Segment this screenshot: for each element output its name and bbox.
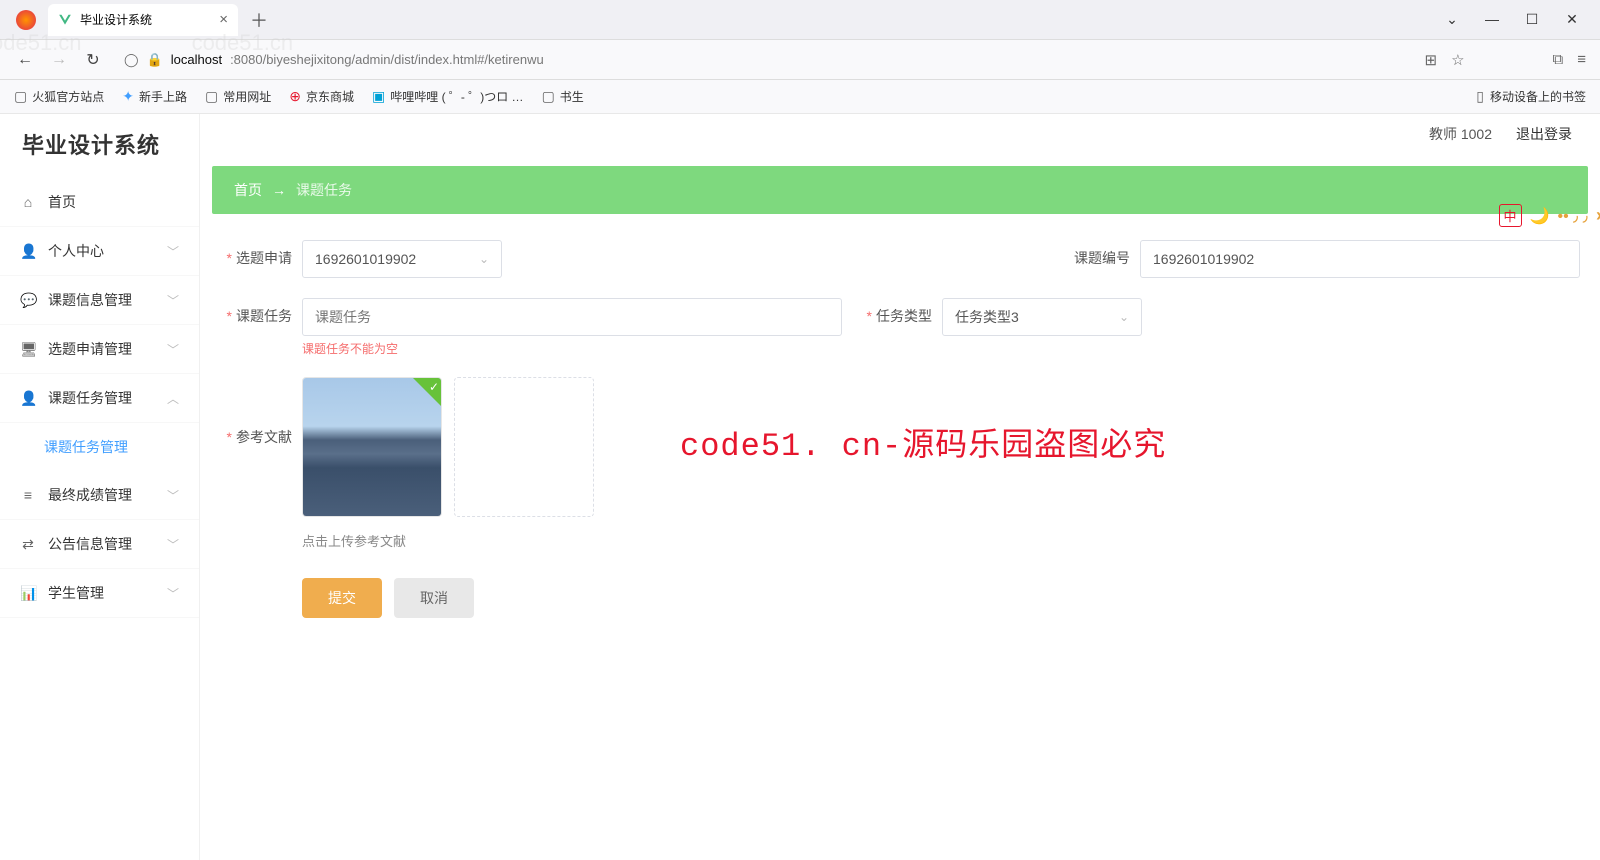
- extensions-icon[interactable]: ⧉: [1553, 51, 1564, 68]
- topic-id-label: 课题编号: [1050, 240, 1130, 268]
- chart-icon: 📊: [20, 585, 36, 602]
- list-icon: ≡: [20, 487, 36, 503]
- logout-button[interactable]: 退出登录: [1516, 124, 1572, 144]
- sidebar: 毕业设计系统 ⌂首页 👤个人中心﹀ 💬课题信息管理﹀ 🖥选题申请管理﹀ 👤课题任…: [0, 114, 200, 860]
- menu-apply[interactable]: 🖥选题申请管理﹀: [0, 325, 199, 374]
- reload-button[interactable]: ↻: [82, 50, 104, 70]
- main-content: 教师 1002 退出登录 首页 → 课题任务 中 🌙 •• ٫ ٫ › 选题申请…: [200, 114, 1600, 860]
- apply-select[interactable]: 1692601019902 ⌄: [302, 240, 502, 278]
- firefox-logo-icon: [16, 10, 36, 30]
- browser-url-bar: ← → ↻ ◯ 🔒 localhost :8080/biyeshejixitong…: [0, 40, 1600, 80]
- close-icon[interactable]: ✕: [1560, 11, 1584, 28]
- tab-close-icon[interactable]: ×: [219, 11, 228, 28]
- forward-button[interactable]: →: [48, 51, 70, 69]
- expand-arrow-icon[interactable]: ›: [1596, 205, 1600, 226]
- chevron-down-icon[interactable]: ⌄: [1440, 11, 1464, 28]
- vue-icon: [58, 13, 72, 27]
- browser-tab-bar: 毕业设计系统 × ＋ ⌄ — ☐ ✕: [0, 0, 1600, 40]
- float-toolbar: 中 🌙 •• ٫ ٫ ›: [1499, 204, 1600, 227]
- menu-topic-info[interactable]: 💬课题信息管理﹀: [0, 276, 199, 325]
- submit-button[interactable]: 提交: [302, 578, 382, 618]
- bookmark-firefox[interactable]: ▢火狐官方站点: [14, 88, 104, 105]
- url-host: localhost: [171, 52, 222, 67]
- bookmark-bilibili[interactable]: ▣哔哩哔哩 ( ゜- ゜)つロ …: [372, 88, 524, 105]
- task-type-select[interactable]: 任务类型3 ⌄: [942, 298, 1142, 336]
- menu-grade[interactable]: ≡最终成绩管理﹀: [0, 471, 199, 520]
- new-tab-button[interactable]: ＋: [250, 7, 268, 33]
- chevron-down-icon: ⌄: [479, 252, 489, 266]
- bookmark-shusheng[interactable]: ▢书生: [542, 88, 584, 105]
- breadcrumb-arrow: →: [272, 182, 286, 198]
- check-icon: [413, 378, 441, 406]
- menu-task[interactable]: 👤课题任务管理︿: [0, 374, 199, 423]
- user-icon: 👤: [20, 243, 36, 260]
- user-icon: 👤: [20, 390, 36, 407]
- chat-icon: 💬: [20, 292, 36, 309]
- lang-badge[interactable]: 中: [1499, 204, 1522, 227]
- qr-icon[interactable]: ⊞: [1424, 51, 1437, 69]
- breadcrumb-home[interactable]: 首页: [234, 180, 262, 200]
- menu-home[interactable]: ⌂首页: [0, 178, 199, 227]
- chevron-down-icon: ⌄: [1119, 310, 1129, 324]
- chevron-down-icon: ﹀: [167, 536, 179, 553]
- window-controls: ⌄ — ☐ ✕: [1440, 11, 1592, 28]
- chevron-up-icon: ︿: [167, 390, 179, 407]
- bookmark-mobile[interactable]: ▯移动设备上的书签: [1476, 88, 1586, 105]
- task-label: 课题任务: [212, 298, 292, 326]
- cancel-button[interactable]: 取消: [394, 578, 474, 618]
- bookmark-jd[interactable]: ⊕京东商城: [289, 88, 354, 105]
- topic-id-input[interactable]: [1140, 240, 1580, 278]
- apply-label: 选题申请: [212, 240, 292, 268]
- maximize-icon[interactable]: ☐: [1520, 11, 1544, 28]
- chevron-down-icon: ﹀: [167, 341, 179, 358]
- dots-icon[interactable]: •• ٫ ٫: [1557, 206, 1588, 226]
- app-title: 毕业设计系统: [0, 114, 199, 178]
- lock-icon: 🔒: [147, 52, 163, 68]
- menu-student[interactable]: 📊学生管理﹀: [0, 569, 199, 618]
- chevron-down-icon: ﹀: [167, 292, 179, 309]
- chevron-down-icon: ﹀: [167, 243, 179, 260]
- bookmark-newbie[interactable]: ✦新手上路: [122, 88, 187, 105]
- shield-icon: ◯: [124, 52, 139, 68]
- app-header: 教师 1002 退出登录: [200, 114, 1600, 154]
- breadcrumb: 首页 → 课题任务: [212, 166, 1588, 214]
- filter-icon: ⇄: [20, 536, 36, 553]
- minimize-icon[interactable]: —: [1480, 11, 1504, 28]
- app-menu-icon[interactable]: ≡: [1577, 51, 1586, 68]
- url-field[interactable]: ◯ 🔒 localhost :8080/biyeshejixitong/admin…: [116, 48, 552, 72]
- ref-label: 参考文献: [212, 377, 292, 447]
- task-form: 选题申请 1692601019902 ⌄ 课题编号 课题任务 课题任务不能为空 …: [200, 226, 1600, 648]
- bookmark-common[interactable]: ▢常用网址: [205, 88, 271, 105]
- bookmark-star-icon[interactable]: ☆: [1451, 51, 1464, 69]
- url-path: :8080/biyeshejixitong/admin/dist/index.h…: [230, 52, 544, 67]
- task-input[interactable]: [302, 298, 842, 336]
- menu-personal[interactable]: 👤个人中心﹀: [0, 227, 199, 276]
- uploaded-thumbnail[interactable]: [302, 377, 442, 517]
- home-icon: ⌂: [20, 194, 36, 210]
- breadcrumb-current: 课题任务: [296, 180, 352, 200]
- upload-add-button[interactable]: [454, 377, 594, 517]
- monitor-icon: 🖥: [20, 341, 36, 358]
- chevron-down-icon: ﹀: [167, 487, 179, 504]
- task-error: 课题任务不能为空: [302, 340, 842, 357]
- user-info: 教师 1002: [1429, 124, 1492, 144]
- tab-title: 毕业设计系统: [80, 11, 152, 28]
- upload-tip: 点击上传参考文献: [302, 531, 594, 550]
- submenu-task-manage[interactable]: 课题任务管理: [0, 423, 199, 471]
- back-button[interactable]: ←: [14, 51, 36, 69]
- bookmark-bar: ▢火狐官方站点 ✦新手上路 ▢常用网址 ⊕京东商城 ▣哔哩哔哩 ( ゜- ゜)つ…: [0, 80, 1600, 114]
- menu-notice[interactable]: ⇄公告信息管理﹀: [0, 520, 199, 569]
- moon-icon[interactable]: 🌙: [1530, 206, 1550, 226]
- task-type-label: 任务类型: [852, 298, 932, 326]
- chevron-down-icon: ﹀: [167, 585, 179, 602]
- browser-tab[interactable]: 毕业设计系统 ×: [48, 4, 238, 36]
